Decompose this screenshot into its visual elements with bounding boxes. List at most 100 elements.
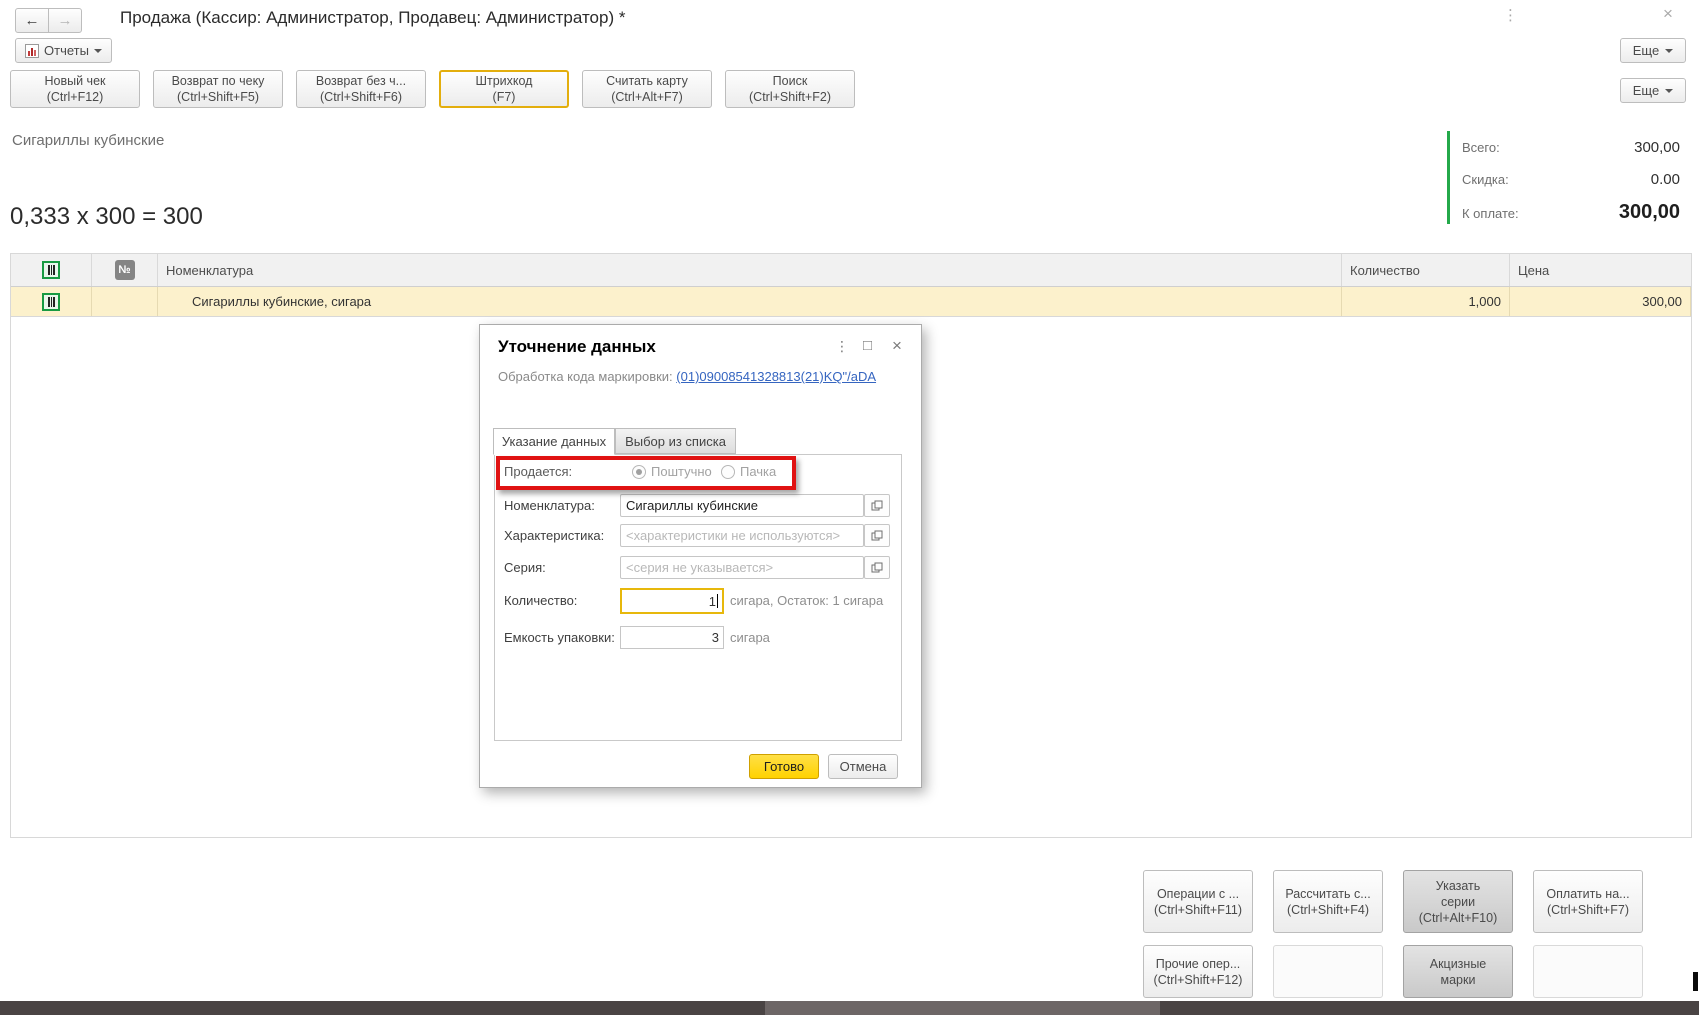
series-field[interactable] bbox=[620, 556, 864, 579]
back-button[interactable]: ← bbox=[15, 8, 49, 33]
return-without-receipt-button[interactable]: Возврат без ч... (Ctrl+Shift+F6) bbox=[296, 70, 426, 108]
total-label: Всего: bbox=[1462, 140, 1500, 155]
marking-column-header[interactable] bbox=[11, 254, 92, 286]
toolbar: Новый чек (Ctrl+F12) Возврат по чеку (Ct… bbox=[10, 70, 855, 108]
specify-series-button[interactable]: Указать серии (Ctrl+Alt+F10) bbox=[1403, 870, 1513, 933]
characteristic-label: Характеристика: bbox=[504, 528, 604, 543]
dialog-title: Уточнение данных bbox=[498, 337, 656, 357]
pos-sale-window: ← → Продажа (Кассир: Администратор, Прод… bbox=[0, 0, 1699, 1015]
return-by-receipt-button[interactable]: Возврат по чеку (Ctrl+Shift+F5) bbox=[153, 70, 283, 108]
taskbar-segment bbox=[765, 1001, 1160, 1015]
button-shortcut: (Ctrl+Alt+F7) bbox=[611, 89, 683, 105]
pack-capacity-field[interactable]: 3 bbox=[620, 626, 724, 649]
marking-icon bbox=[42, 293, 60, 311]
button-label: Считать карту bbox=[606, 73, 688, 89]
nomenclature-label: Номенклатура: bbox=[504, 498, 595, 513]
other-operations-button[interactable]: Прочие опер... (Ctrl+Shift+F12) bbox=[1143, 945, 1253, 998]
chevron-down-icon bbox=[1665, 89, 1673, 93]
button-label: Рассчитать с... bbox=[1285, 886, 1370, 902]
tab-data-entry[interactable]: Указание данных bbox=[493, 428, 615, 455]
pack-units-hint: сигара bbox=[730, 630, 770, 645]
marking-code-label: Обработка кода маркировки: bbox=[498, 369, 673, 384]
excise-stamps-button[interactable]: Акцизные марки bbox=[1403, 945, 1513, 998]
button-shortcut: (Ctrl+Shift+F2) bbox=[749, 89, 831, 105]
nomenclature-picker-button[interactable] bbox=[864, 494, 890, 517]
dialog-maximize-icon[interactable]: □ bbox=[863, 337, 872, 354]
button-label: Возврат по чеку bbox=[172, 73, 265, 89]
read-card-button[interactable]: Считать карту (Ctrl+Alt+F7) bbox=[582, 70, 712, 108]
button-label: Акцизные bbox=[1430, 956, 1487, 972]
characteristic-field[interactable] bbox=[620, 524, 864, 547]
forward-button[interactable]: → bbox=[48, 8, 82, 33]
row-number-cell bbox=[92, 287, 158, 316]
button-shortcut: (Ctrl+Shift+F6) bbox=[320, 89, 402, 105]
more-button-toolbar[interactable]: Еще bbox=[1620, 78, 1686, 103]
operations-with-button[interactable]: Операции с ... (Ctrl+Shift+F11) bbox=[1143, 870, 1253, 933]
discount-value: 0.00 bbox=[1651, 171, 1680, 188]
button-shortcut: (Ctrl+Shift+F5) bbox=[177, 89, 259, 105]
button-label: Штрихкод bbox=[476, 73, 533, 89]
quantity-label: Количество: bbox=[504, 593, 577, 608]
screen-artifact bbox=[1693, 972, 1698, 991]
cancel-button[interactable]: Отмена bbox=[828, 754, 898, 779]
data-clarification-dialog: Уточнение данных ⋮ □ × Обработка кода ма… bbox=[479, 324, 922, 788]
window-close-icon[interactable]: × bbox=[1663, 4, 1673, 24]
characteristic-picker-button[interactable] bbox=[864, 524, 890, 547]
empty-action-button[interactable] bbox=[1533, 945, 1643, 998]
reports-button-label: Отчеты bbox=[44, 43, 89, 58]
done-button[interactable]: Готово bbox=[749, 754, 819, 779]
reports-button[interactable]: Отчеты bbox=[15, 38, 112, 63]
button-label: Прочие опер... bbox=[1156, 956, 1241, 972]
number-badge: № bbox=[115, 260, 135, 280]
quantity-field[interactable]: 1 bbox=[620, 588, 724, 614]
pay-button[interactable]: Оплатить на... (Ctrl+Shift+F7) bbox=[1533, 870, 1643, 933]
reports-icon bbox=[25, 44, 39, 58]
number-column-header[interactable]: № bbox=[92, 254, 158, 286]
quantity-value: 1 bbox=[709, 594, 716, 609]
series-label: Серия: bbox=[504, 560, 546, 575]
empty-action-button[interactable] bbox=[1273, 945, 1383, 998]
row-price-cell: 300,00 bbox=[1510, 287, 1691, 316]
chevron-down-icon bbox=[94, 49, 102, 53]
more-button-label: Еще bbox=[1633, 43, 1659, 58]
button-label: марки bbox=[1441, 972, 1476, 988]
table-header-row: № Номенклатура Количество Цена bbox=[11, 254, 1691, 287]
dialog-close-icon[interactable]: × bbox=[892, 336, 902, 356]
quantity-units-hint: сигара, Остаток: 1 сигара bbox=[730, 593, 883, 608]
button-shortcut: (Ctrl+Shift+F4) bbox=[1287, 902, 1369, 918]
discount-label: Скидка: bbox=[1462, 172, 1509, 187]
marking-icon bbox=[42, 261, 60, 279]
marking-code-link[interactable]: (01)09008541328813(21)KQ"/aDA bbox=[676, 369, 876, 384]
row-quantity-cell: 1,000 bbox=[1342, 287, 1510, 316]
new-receipt-button[interactable]: Новый чек (Ctrl+F12) bbox=[10, 70, 140, 108]
totals-panel: Всего: 300,00 Скидка: 0.00 К оплате: 300… bbox=[1447, 131, 1680, 224]
button-label: Операции с ... bbox=[1157, 886, 1239, 902]
calculate-button[interactable]: Рассчитать с... (Ctrl+Shift+F4) bbox=[1273, 870, 1383, 933]
history-nav: ← → bbox=[15, 8, 82, 33]
series-picker-button[interactable] bbox=[864, 556, 890, 579]
button-shortcut: (Ctrl+Shift+F7) bbox=[1547, 902, 1629, 918]
tab-choose-from-list[interactable]: Выбор из списка bbox=[615, 428, 736, 454]
more-button-top[interactable]: Еще bbox=[1620, 38, 1686, 63]
due-value: 300,00 bbox=[1619, 201, 1680, 224]
open-icon bbox=[871, 562, 883, 574]
button-shortcut: (Ctrl+Shift+F12) bbox=[1154, 972, 1243, 988]
nomenclature-column-header[interactable]: Номенклатура bbox=[158, 254, 1342, 286]
dialog-more-icon[interactable]: ⋮ bbox=[835, 338, 849, 355]
text-cursor bbox=[717, 594, 718, 608]
price-column-header[interactable]: Цена bbox=[1510, 254, 1691, 286]
total-value: 300,00 bbox=[1634, 139, 1680, 156]
open-icon bbox=[871, 500, 883, 512]
barcode-button[interactable]: Штрихкод (F7) bbox=[439, 70, 569, 108]
more-button-label: Еще bbox=[1633, 83, 1659, 98]
button-label: серии bbox=[1441, 894, 1475, 910]
taskbar-strip bbox=[0, 1001, 1699, 1015]
nomenclature-field[interactable] bbox=[620, 494, 864, 517]
search-button[interactable]: Поиск (Ctrl+Shift+F2) bbox=[725, 70, 855, 108]
table-row[interactable]: Сигариллы кубинские, сигара 1,000 300,00 bbox=[11, 287, 1691, 317]
button-label: Возврат без ч... bbox=[316, 73, 406, 89]
button-shortcut: (Ctrl+Alt+F10) bbox=[1419, 910, 1498, 926]
chevron-down-icon bbox=[1665, 49, 1673, 53]
quantity-column-header[interactable]: Количество bbox=[1342, 254, 1510, 286]
window-more-icon[interactable]: ⋮ bbox=[1503, 6, 1518, 24]
